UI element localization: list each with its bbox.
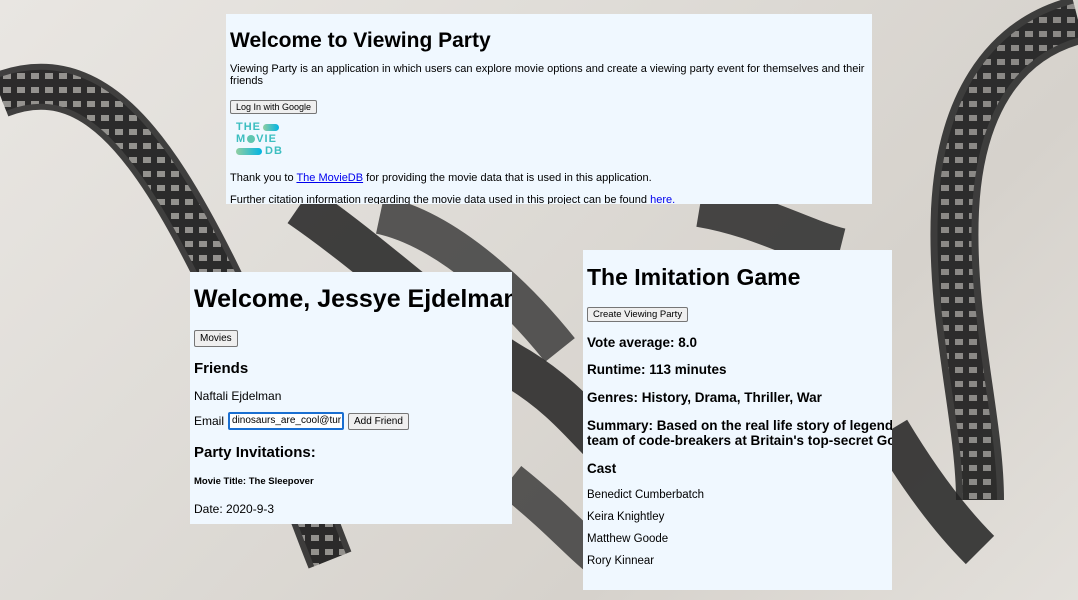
add-friend-form: Email dinosaurs_are_cool@tur Add Friend — [194, 412, 508, 430]
moviedb-link[interactable]: The MovieDB — [296, 172, 363, 184]
user-welcome-title: Welcome, Jessye Ejdelman — [194, 285, 512, 313]
app-description: Viewing Party is an application in which… — [230, 63, 865, 87]
movies-button[interactable]: Movies — [194, 330, 238, 347]
dashboard-panel: Welcome, Jessye Ejdelman Movies Friends … — [190, 272, 512, 524]
citation-text: Further citation information regarding t… — [230, 194, 676, 204]
create-viewing-party-button[interactable]: Create Viewing Party — [587, 307, 689, 322]
cast-member: Keira Knightley — [587, 511, 665, 523]
friend-item: Naftali Ejdelman — [194, 389, 282, 403]
cast-heading: Cast — [587, 461, 617, 476]
cast-member: Benedict Cumberbatch — [587, 489, 704, 501]
movie-details-panel: The Imitation Game Create Viewing Party … — [583, 250, 892, 590]
friends-heading: Friends — [194, 360, 249, 377]
movie-title: The Imitation Game — [587, 264, 801, 290]
google-login-button[interactable]: Log In with Google — [230, 100, 318, 114]
invitation-date: Date: 2020-9-3 — [194, 502, 275, 516]
email-field[interactable]: dinosaurs_are_cool@tur — [228, 412, 345, 430]
genres: Genres: History, Drama, Thriller, War — [587, 390, 822, 405]
runtime: Runtime: 113 minutes — [587, 362, 727, 377]
invitations-heading: Party Invitations: — [194, 444, 316, 461]
summary: Summary: Based on the real life story of… — [587, 418, 892, 448]
invitation-movie-title: Movie Title: The Sleepover — [194, 476, 314, 487]
citation-link[interactable]: here. — [650, 194, 675, 204]
welcome-title: Welcome to Viewing Party — [230, 29, 491, 52]
welcome-panel: Welcome to Viewing Party Viewing Party i… — [226, 14, 872, 204]
add-friend-button[interactable]: Add Friend — [348, 412, 409, 430]
email-label: Email — [194, 414, 225, 428]
vote-average: Vote average: 8.0 — [587, 335, 698, 350]
tmdb-logo: THE M VIE DB — [236, 121, 283, 157]
cast-member: Rory Kinnear — [587, 555, 655, 567]
thanks-text: Thank you to The MovieDB for providing t… — [230, 172, 652, 184]
cast-member: Matthew Goode — [587, 533, 669, 545]
